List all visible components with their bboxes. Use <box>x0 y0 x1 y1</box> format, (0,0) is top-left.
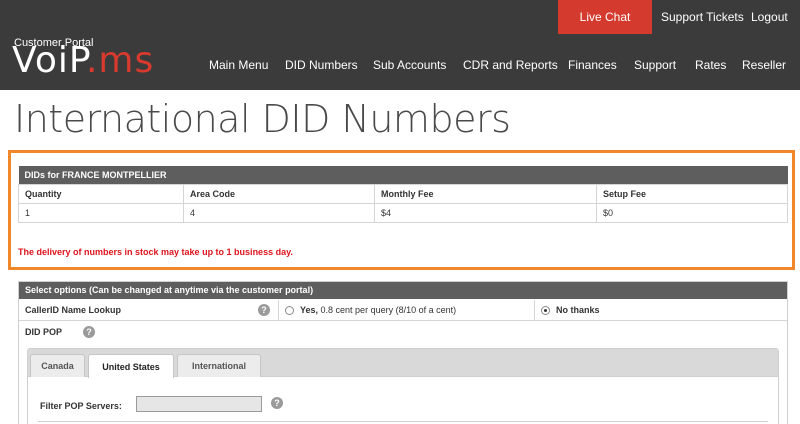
callerid-row: CallerID Name Lookup ? Yes, 0.8 cent per… <box>19 300 787 321</box>
tab-international[interactable]: International <box>177 354 261 377</box>
col-quantity: Quantity <box>18 183 184 204</box>
col-monthly-fee: Monthly Fee <box>374 183 597 204</box>
did-pop-row: DID POP ? <box>19 322 787 343</box>
nav-did-numbers[interactable]: DID Numbers <box>285 58 358 72</box>
table-header-row: Quantity Area Code Monthly Fee Setup Fee <box>18 183 788 204</box>
did-pop-label: DID POP <box>25 327 63 337</box>
divider <box>278 300 279 321</box>
callerid-label: CallerID Name Lookup <box>25 305 122 315</box>
options-panel: Select options (Can be changed at anytim… <box>18 281 788 424</box>
help-icon[interactable]: ? <box>258 304 270 316</box>
table-row: 1 4 $4 $0 <box>18 202 788 223</box>
yes-bold: Yes, <box>300 305 319 315</box>
did-table-caption: DIDs for FRANCE MONTPELLIER <box>18 166 788 184</box>
voipms-logo[interactable]: VoiP.ms <box>12 43 154 79</box>
cell-area-code: 4 <box>183 202 375 223</box>
callerid-no-label[interactable]: No thanks <box>556 305 600 315</box>
divider <box>534 300 535 321</box>
cell-monthly-fee: $4 <box>374 202 597 223</box>
callerid-no-radio[interactable] <box>541 306 550 315</box>
nav-rates[interactable]: Rates <box>695 58 726 72</box>
pop-tabs-panel: Canada United States International Filte… <box>27 348 779 424</box>
nav-cdr-reports[interactable]: CDR and Reports <box>463 58 558 72</box>
page-title: International DID Numbers <box>14 97 511 141</box>
filter-pop-label: Filter POP Servers: <box>40 401 122 411</box>
logo-text-accent: .ms <box>85 40 155 81</box>
tabs-bar: Canada United States International <box>28 349 778 378</box>
tab-canada[interactable]: Canada <box>30 354 85 377</box>
tab-united-states[interactable]: United States <box>88 354 174 378</box>
divider <box>38 421 768 422</box>
yes-rest: 0.8 cent per query (8/10 of a cent) <box>318 305 457 315</box>
filter-pop-input[interactable] <box>136 396 262 412</box>
live-chat-button[interactable]: Live Chat <box>558 0 652 34</box>
options-heading: Select options (Can be changed at anytim… <box>19 282 787 299</box>
top-header: Customer Portal VoiP.ms Live Chat Suppor… <box>0 0 800 90</box>
support-tickets-link[interactable]: Support Tickets <box>661 10 744 24</box>
nav-finances[interactable]: Finances <box>568 58 617 72</box>
logout-link[interactable]: Logout <box>751 10 788 24</box>
callerid-yes-radio[interactable] <box>285 306 294 315</box>
help-icon[interactable]: ? <box>271 397 283 409</box>
cell-quantity: 1 <box>18 202 184 223</box>
col-area-code: Area Code <box>183 183 375 204</box>
nav-reseller[interactable]: Reseller <box>742 58 786 72</box>
nav-sub-accounts[interactable]: Sub Accounts <box>373 58 446 72</box>
did-summary-table: DIDs for FRANCE MONTPELLIER Quantity Are… <box>18 166 788 223</box>
col-setup-fee: Setup Fee <box>596 183 788 204</box>
cell-setup-fee: $0 <box>596 202 788 223</box>
delivery-warning: The delivery of numbers in stock may tak… <box>18 247 293 257</box>
nav-main-menu[interactable]: Main Menu <box>209 58 268 72</box>
nav-support[interactable]: Support <box>634 58 676 72</box>
help-icon[interactable]: ? <box>83 326 95 338</box>
callerid-yes-label[interactable]: Yes, 0.8 cent per query (8/10 of a cent) <box>300 305 456 315</box>
logo-text-main: VoiP <box>12 40 86 81</box>
